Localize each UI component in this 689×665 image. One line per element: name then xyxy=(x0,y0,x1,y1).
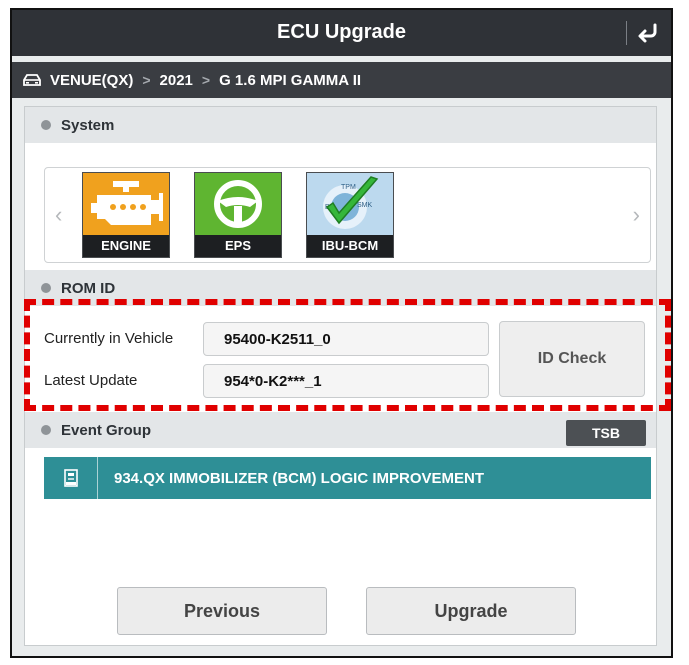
engine-icon xyxy=(83,173,169,235)
system-section-header: System xyxy=(25,107,656,143)
system-tile-label: ENGINE xyxy=(83,235,169,257)
chevron-left-icon[interactable]: ‹ xyxy=(55,202,62,228)
title-divider xyxy=(626,21,627,45)
smk-text: SMK xyxy=(357,202,373,209)
tsb-button[interactable]: TSB xyxy=(566,420,646,446)
ecu-upgrade-window: ECU Upgrade VENUE(QX) > 2021 > G 1.6 MPI… xyxy=(10,8,673,658)
car-icon xyxy=(23,74,41,86)
breadcrumb-engine[interactable]: G 1.6 MPI GAMMA II xyxy=(219,72,361,89)
system-carousel: ‹ › ENGINE EPS TPM SMK IBU-BCM xyxy=(44,167,651,263)
steering-wheel-icon xyxy=(195,173,281,235)
system-tile-label: IBU-BCM xyxy=(307,235,393,257)
document-glyph xyxy=(63,469,78,487)
bullet-icon xyxy=(41,283,51,293)
breadcrumb-year[interactable]: 2021 xyxy=(160,72,193,89)
document-icon xyxy=(44,457,98,499)
page-title: ECU Upgrade xyxy=(277,21,406,43)
breadcrumb-separator: > xyxy=(201,72,211,88)
event-group-heading: Event Group xyxy=(61,421,152,439)
main-panel: System ‹ › ENGINE EPS TPM SMK IBU-BCM RO… xyxy=(24,106,671,646)
system-tile-label: EPS xyxy=(195,235,281,257)
bcm-check-icon: TPM B SMK xyxy=(307,173,393,235)
system-tile-engine[interactable]: ENGINE xyxy=(82,172,170,258)
rom-id-heading: ROM ID xyxy=(61,279,116,297)
event-group-section-header: Event Group TSB xyxy=(25,412,656,448)
title-bar: ECU Upgrade xyxy=(12,10,671,56)
bullet-icon xyxy=(41,425,51,435)
return-arrow-icon xyxy=(638,23,657,43)
system-heading: System xyxy=(61,116,115,134)
tpm-text: TPM xyxy=(341,184,356,191)
chevron-right-icon[interactable]: › xyxy=(633,202,640,228)
event-title: 934.QX IMMOBILIZER (BCM) LOGIC IMPROVEME… xyxy=(114,469,485,487)
previous-button[interactable]: Previous xyxy=(117,587,327,635)
breadcrumb-separator: > xyxy=(142,72,151,88)
event-list-item[interactable]: 934.QX IMMOBILIZER (BCM) LOGIC IMPROVEME… xyxy=(44,457,651,499)
system-tile-ibu-bcm[interactable]: TPM B SMK IBU-BCM xyxy=(306,172,394,258)
bullet-icon xyxy=(41,120,51,130)
system-tile-eps[interactable]: EPS xyxy=(194,172,282,258)
breadcrumb-model[interactable]: VENUE(QX) xyxy=(50,72,133,89)
breadcrumb: VENUE(QX) > 2021 > G 1.6 MPI GAMMA II xyxy=(12,62,671,98)
back-button[interactable] xyxy=(631,18,665,48)
highlight-box xyxy=(24,299,671,411)
upgrade-button[interactable]: Upgrade xyxy=(366,587,576,635)
